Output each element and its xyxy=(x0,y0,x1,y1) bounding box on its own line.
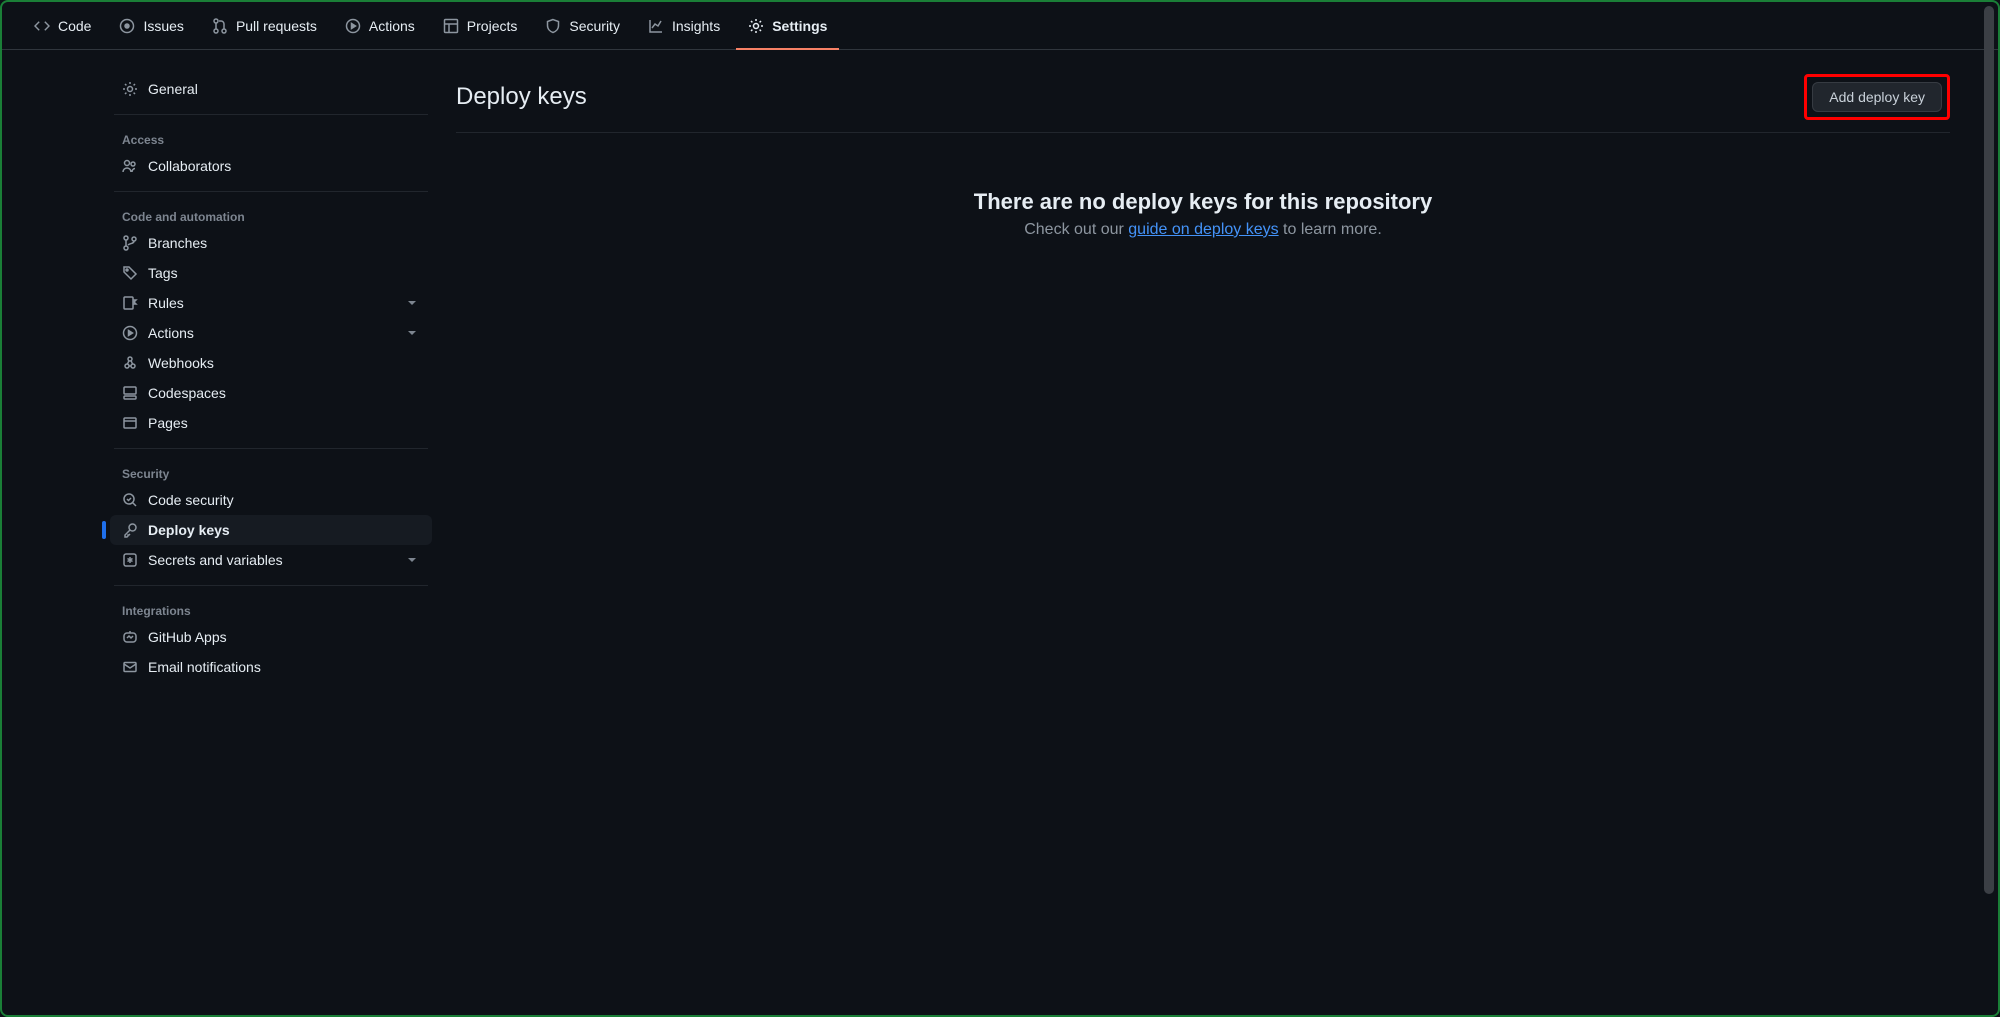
tag-icon xyxy=(122,265,138,281)
divider xyxy=(114,191,428,192)
empty-state-title: There are no deploy keys for this reposi… xyxy=(476,189,1930,215)
branch-icon xyxy=(122,235,138,251)
play-icon xyxy=(122,325,138,341)
tab-security[interactable]: Security xyxy=(533,2,632,49)
tab-label: Security xyxy=(569,18,620,34)
sidebar-item-code-security[interactable]: Code security xyxy=(110,485,432,515)
empty-state-subtitle: Check out our guide on deploy keys to le… xyxy=(476,221,1930,239)
main-header: Deploy keys Add deploy key xyxy=(456,74,1950,133)
tab-issues[interactable]: Issues xyxy=(107,2,195,49)
sidebar-heading-integrations: Integrations xyxy=(110,596,432,622)
tab-projects[interactable]: Projects xyxy=(431,2,530,49)
tab-label: Issues xyxy=(143,18,183,34)
sidebar-item-label: Collaborators xyxy=(148,158,231,174)
page-title: Deploy keys xyxy=(456,83,587,111)
mail-icon xyxy=(122,659,138,675)
sidebar-item-deploy-keys[interactable]: Deploy keys xyxy=(110,515,432,545)
graph-icon xyxy=(648,18,664,34)
sidebar-item-github-apps[interactable]: GitHub Apps xyxy=(110,622,432,652)
sidebar-item-label: GitHub Apps xyxy=(148,629,227,645)
chevron-down-icon xyxy=(404,325,420,341)
main-content: Deploy keys Add deploy key There are no … xyxy=(432,50,1998,1015)
scrollbar[interactable] xyxy=(1984,4,1996,1013)
sidebar-item-label: General xyxy=(148,81,198,97)
sidebar-item-label: Webhooks xyxy=(148,355,214,371)
sidebar-item-label: Code security xyxy=(148,492,234,508)
sidebar-item-label: Pages xyxy=(148,415,188,431)
codespaces-icon xyxy=(122,385,138,401)
sidebar-item-rules[interactable]: Rules xyxy=(110,288,432,318)
key-icon xyxy=(122,522,138,538)
sidebar-heading-code-automation: Code and automation xyxy=(110,202,432,228)
tab-label: Pull requests xyxy=(236,18,317,34)
sidebar-item-label: Codespaces xyxy=(148,385,226,401)
sidebar-item-branches[interactable]: Branches xyxy=(110,228,432,258)
tab-label: Insights xyxy=(672,18,720,34)
table-icon xyxy=(443,18,459,34)
sidebar-item-collaborators[interactable]: Collaborators xyxy=(110,151,432,181)
sidebar-item-webhooks[interactable]: Webhooks xyxy=(110,348,432,378)
tab-pull-requests[interactable]: Pull requests xyxy=(200,2,329,49)
shield-icon xyxy=(545,18,561,34)
sidebar-heading-security: Security xyxy=(110,459,432,485)
sidebar-item-actions[interactable]: Actions xyxy=(110,318,432,348)
issue-icon xyxy=(119,18,135,34)
sidebar-item-secrets-variables[interactable]: Secrets and variables xyxy=(110,545,432,575)
webhook-icon xyxy=(122,355,138,371)
sidebar-item-general[interactable]: General xyxy=(110,74,432,104)
empty-state: There are no deploy keys for this reposi… xyxy=(456,133,1950,295)
tab-settings[interactable]: Settings xyxy=(736,2,839,49)
empty-prefix: Check out our xyxy=(1024,221,1128,238)
code-icon xyxy=(34,18,50,34)
people-icon xyxy=(122,158,138,174)
sidebar-item-label: Email notifications xyxy=(148,659,261,675)
settings-sidebar: General Access Collaborators Code and au… xyxy=(102,50,432,1015)
divider xyxy=(114,585,428,586)
tab-label: Settings xyxy=(772,18,827,34)
gear-icon xyxy=(122,81,138,97)
sidebar-item-email-notifications[interactable]: Email notifications xyxy=(110,652,432,682)
divider xyxy=(114,114,428,115)
scrollbar-thumb[interactable] xyxy=(1984,6,1994,894)
sidebar-item-tags[interactable]: Tags xyxy=(110,258,432,288)
tab-label: Code xyxy=(58,18,91,34)
browser-icon xyxy=(122,415,138,431)
rules-icon xyxy=(122,295,138,311)
tab-label: Actions xyxy=(369,18,415,34)
sidebar-item-label: Secrets and variables xyxy=(148,552,283,568)
play-icon xyxy=(345,18,361,34)
guide-link[interactable]: guide on deploy keys xyxy=(1128,221,1278,238)
gear-icon xyxy=(748,18,764,34)
chevron-down-icon xyxy=(404,295,420,311)
asterisk-icon xyxy=(122,552,138,568)
sidebar-item-label: Deploy keys xyxy=(148,522,230,538)
sidebar-item-label: Rules xyxy=(148,295,184,311)
empty-suffix: to learn more. xyxy=(1279,221,1382,238)
repo-top-nav: Code Issues Pull requests Actions Projec… xyxy=(2,2,1998,50)
sidebar-heading-access: Access xyxy=(110,125,432,151)
highlight-annotation: Add deploy key xyxy=(1804,74,1950,120)
codescan-icon xyxy=(122,492,138,508)
divider xyxy=(114,448,428,449)
sidebar-item-label: Actions xyxy=(148,325,194,341)
hubot-icon xyxy=(122,629,138,645)
tab-insights[interactable]: Insights xyxy=(636,2,732,49)
add-deploy-key-button[interactable]: Add deploy key xyxy=(1812,82,1942,112)
sidebar-item-codespaces[interactable]: Codespaces xyxy=(110,378,432,408)
tab-code[interactable]: Code xyxy=(22,2,103,49)
sidebar-item-label: Tags xyxy=(148,265,178,281)
pr-icon xyxy=(212,18,228,34)
tab-label: Projects xyxy=(467,18,518,34)
chevron-down-icon xyxy=(404,552,420,568)
tab-actions[interactable]: Actions xyxy=(333,2,427,49)
sidebar-item-label: Branches xyxy=(148,235,207,251)
sidebar-item-pages[interactable]: Pages xyxy=(110,408,432,438)
